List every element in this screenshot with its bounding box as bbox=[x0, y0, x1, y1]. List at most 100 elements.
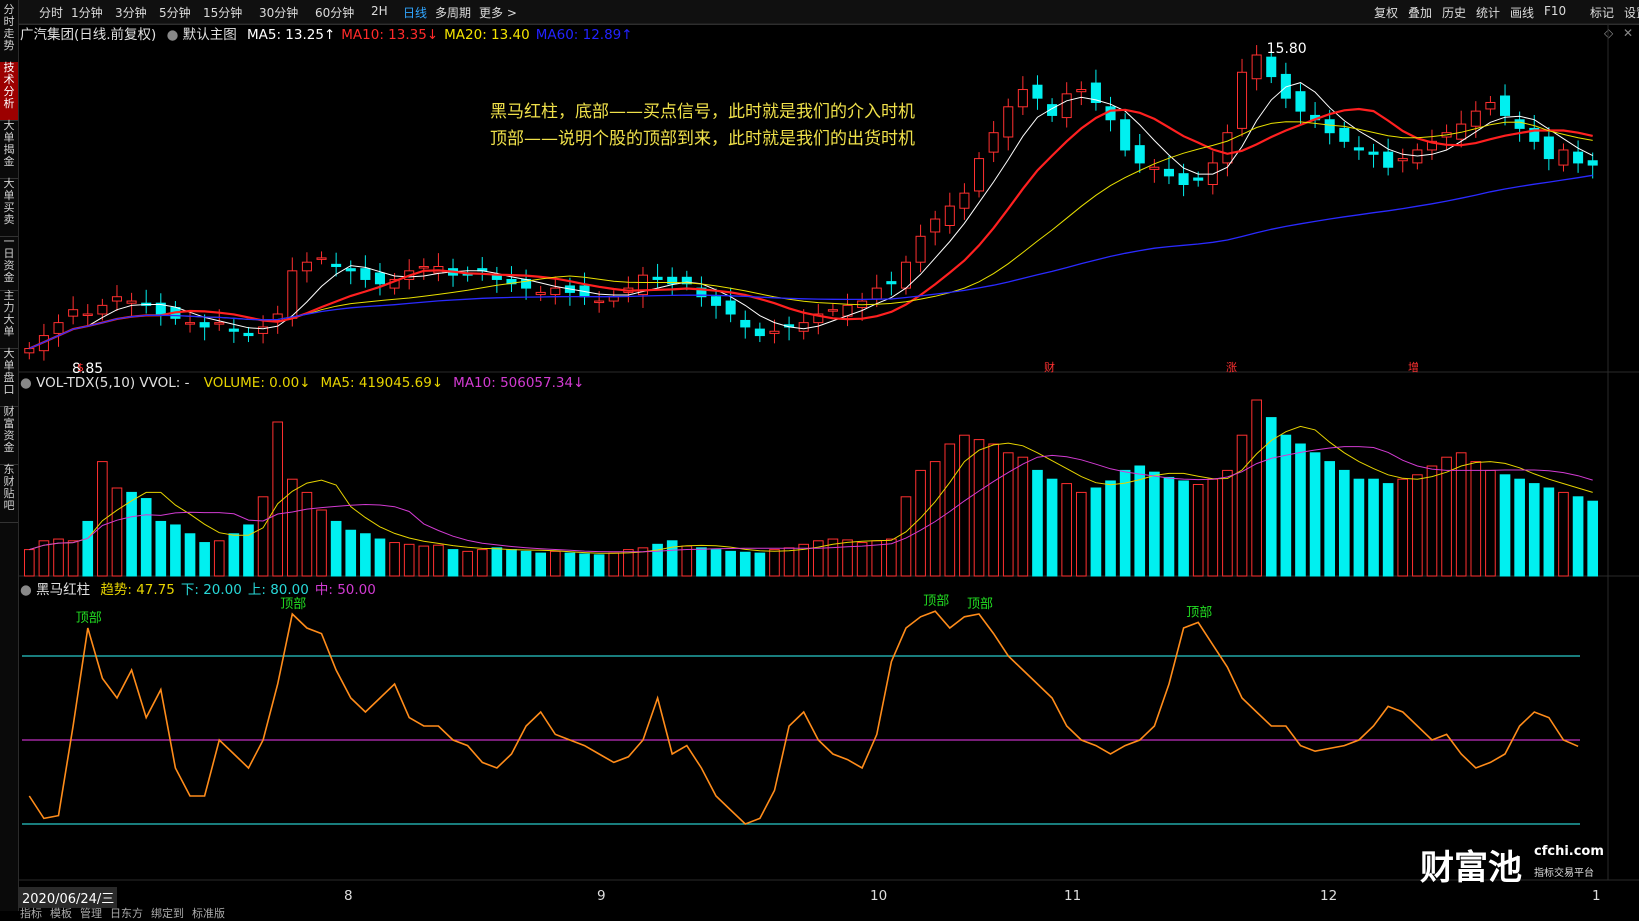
high-label: 15.80 bbox=[1267, 41, 1307, 57]
event-marker: 涨 bbox=[1226, 361, 1237, 374]
indicator-legend-item: 中: 50.00 bbox=[314, 582, 376, 598]
volume-bar bbox=[739, 551, 751, 577]
candle bbox=[1149, 166, 1160, 170]
ma-legend-item: MA5: 13.25↑ bbox=[247, 27, 336, 43]
candle bbox=[1353, 147, 1364, 151]
template-name[interactable]: 默认主图 bbox=[183, 27, 237, 43]
volume-bar bbox=[1075, 491, 1087, 577]
volume-bar bbox=[710, 549, 722, 577]
volume-bar bbox=[330, 520, 342, 577]
candle bbox=[827, 309, 838, 312]
top-label: 顶部 bbox=[76, 611, 102, 626]
volume-bar bbox=[1324, 461, 1336, 577]
volume-bar bbox=[1222, 469, 1233, 577]
candle bbox=[1061, 93, 1072, 119]
bottom-tab[interactable]: 管理 bbox=[80, 907, 102, 920]
candle bbox=[1368, 151, 1379, 155]
candle bbox=[53, 322, 64, 334]
volume-bar bbox=[1397, 478, 1409, 577]
volume-bar bbox=[140, 498, 152, 577]
circle-icon[interactable]: ● bbox=[20, 582, 32, 598]
volume-legend: VOLUME: 0.00↓ MA5: 419045.69↓ MA10: 506057… bbox=[194, 375, 585, 391]
x-tick: 11 bbox=[1064, 888, 1082, 904]
candle bbox=[1558, 149, 1569, 166]
bottom-tab[interactable]: 指标 bbox=[20, 907, 42, 920]
volume-bar bbox=[418, 545, 430, 577]
annotation-line-1: 黑马红柱，底部——买点信号，此时就是我们的介入时机 bbox=[490, 102, 915, 122]
volume-bar bbox=[53, 538, 64, 577]
volume-bar bbox=[184, 533, 196, 577]
volume-bar bbox=[389, 542, 400, 577]
candle bbox=[535, 291, 546, 296]
top-label: 顶部 bbox=[1186, 605, 1212, 620]
volume-bar bbox=[1178, 480, 1189, 577]
candle bbox=[1266, 56, 1277, 78]
volume-bar bbox=[1002, 452, 1014, 577]
volume-bar bbox=[973, 439, 985, 577]
candle bbox=[97, 304, 108, 315]
volume-bar bbox=[856, 542, 868, 577]
volume-bar bbox=[1368, 478, 1379, 577]
candle bbox=[608, 296, 619, 302]
bottom-tab[interactable]: 标准版 bbox=[192, 907, 225, 920]
volume-bar bbox=[959, 434, 970, 577]
candle bbox=[68, 309, 79, 317]
candle bbox=[1120, 119, 1131, 151]
event-marker: $ bbox=[77, 361, 84, 374]
volume-bar bbox=[1455, 452, 1467, 577]
volume-bar bbox=[345, 529, 357, 577]
candle bbox=[374, 272, 386, 285]
volume-bar bbox=[1134, 465, 1146, 577]
candle bbox=[871, 287, 882, 300]
candle bbox=[1032, 84, 1043, 99]
volume-bar bbox=[1032, 469, 1043, 577]
volume-bar bbox=[1061, 483, 1073, 577]
candle bbox=[360, 268, 371, 280]
candle bbox=[754, 328, 765, 337]
x-tick: 10 bbox=[870, 888, 888, 904]
volume-bar bbox=[1105, 480, 1116, 577]
candle bbox=[1470, 110, 1481, 127]
volume-bar bbox=[272, 421, 284, 577]
indicator-name: 黑马红柱 bbox=[36, 582, 91, 598]
x-tick: 9 bbox=[597, 888, 606, 904]
candle bbox=[930, 218, 941, 233]
ma-legend: MA5: 13.25↑ MA10: 13.35↓ MA20: 13.40 MA60: … bbox=[241, 27, 633, 43]
volume-indicator-name: VOL-TDX(5,10) VVOL: - bbox=[36, 375, 190, 391]
volume-bar bbox=[1558, 491, 1569, 577]
top-label: 顶部 bbox=[280, 597, 306, 612]
candle bbox=[1339, 127, 1350, 142]
ma60-line bbox=[29, 174, 1593, 350]
bottom-tab[interactable]: 模板 bbox=[50, 907, 72, 920]
candle bbox=[111, 296, 123, 302]
volume-bar bbox=[842, 539, 853, 577]
volume-bar bbox=[374, 538, 386, 577]
volume-bar bbox=[1572, 496, 1584, 577]
candle bbox=[345, 268, 356, 272]
volume-bar bbox=[1046, 478, 1058, 577]
bottom-tab[interactable]: 绑定到 bbox=[151, 907, 184, 920]
candle bbox=[418, 266, 429, 269]
volume-bar bbox=[126, 491, 137, 577]
volume-bar bbox=[1090, 487, 1102, 577]
volume-bar bbox=[1265, 417, 1277, 577]
volume-bar bbox=[1236, 434, 1248, 577]
circle-icon[interactable]: ● bbox=[20, 375, 32, 391]
volume-bar bbox=[681, 545, 693, 577]
volume-bar bbox=[316, 509, 327, 577]
volume-bar bbox=[520, 550, 532, 577]
indicator-legend-item: 趋势: 47.75 bbox=[100, 582, 175, 598]
volume-bar bbox=[593, 554, 605, 577]
volume-bars bbox=[23, 399, 1599, 577]
volume-bar bbox=[564, 552, 576, 577]
circle-icon[interactable]: ● bbox=[167, 27, 179, 43]
volume-bar bbox=[1499, 474, 1511, 577]
volume-bar bbox=[491, 547, 503, 577]
volume-bar bbox=[988, 443, 999, 577]
bottom-tab[interactable]: 日东方 bbox=[110, 907, 143, 920]
volume-bar bbox=[1485, 469, 1496, 577]
candle bbox=[740, 319, 751, 328]
volume-bar bbox=[696, 547, 707, 577]
candle bbox=[301, 261, 312, 272]
candle bbox=[1397, 158, 1408, 162]
